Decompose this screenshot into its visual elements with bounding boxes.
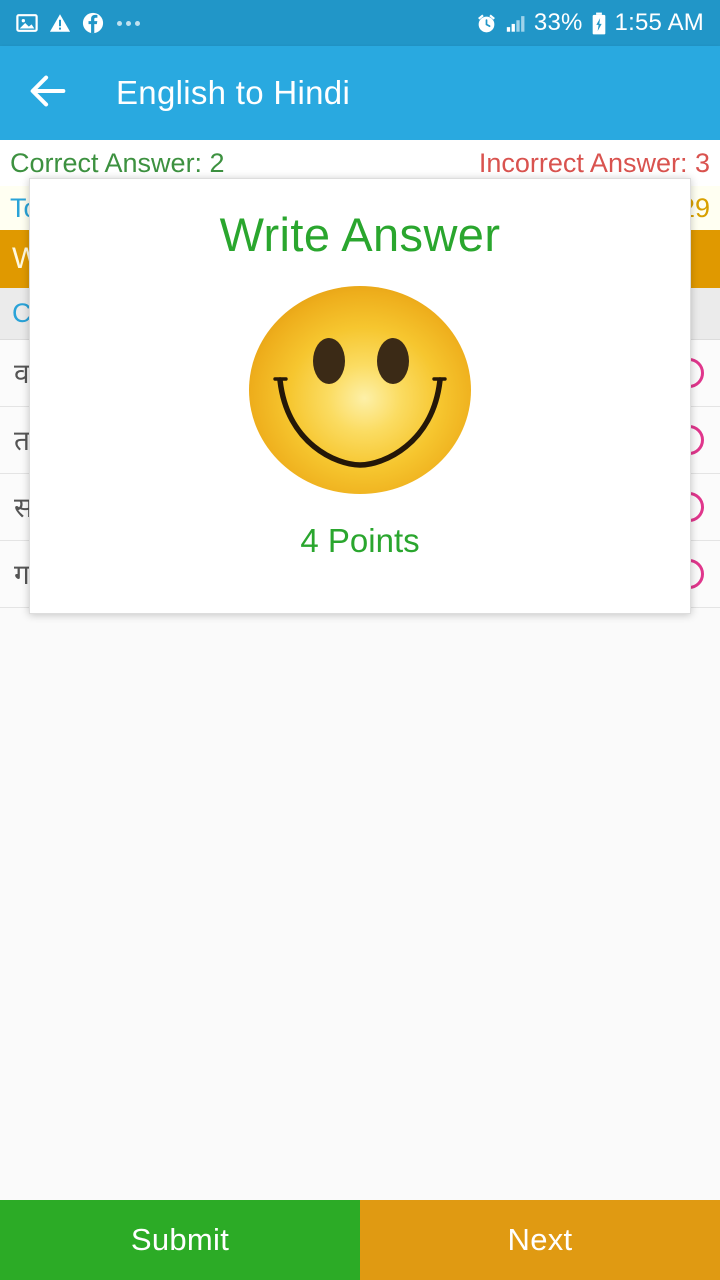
warning-icon xyxy=(49,12,71,34)
back-arrow-icon xyxy=(25,68,71,119)
correct-answer-label: Correct Answer: 2 xyxy=(10,147,225,178)
action-bar: Submit Next xyxy=(0,1200,720,1280)
page-title: English to Hindi xyxy=(116,74,351,111)
status-bar-right-indicators: 33% 1:55 AM xyxy=(475,9,704,37)
points-label: 4 Points xyxy=(300,522,420,559)
battery-percent-label: 33% xyxy=(533,9,583,36)
submit-button[interactable]: Submit xyxy=(0,1200,360,1280)
smiley-face-icon xyxy=(247,284,473,496)
facebook-icon xyxy=(82,12,104,34)
incorrect-answer-label: Incorrect Answer: 3 xyxy=(478,147,710,178)
dialog-title: Write Answer xyxy=(219,208,501,261)
clock-label: 1:55 AM xyxy=(614,9,704,36)
more-dots-icon xyxy=(117,20,140,26)
status-bar: 33% 1:55 AM xyxy=(0,0,720,46)
option-label: व xyxy=(14,358,30,389)
app-screen: 33% 1:55 AM English to Hindi Correct Ans… xyxy=(0,0,720,1280)
option-label: ग xyxy=(14,559,30,590)
write-answer-dialog: Write Answer 4 Points xyxy=(29,178,691,614)
status-bar-left-icons xyxy=(16,12,140,34)
image-icon xyxy=(16,12,38,34)
signal-bars-icon xyxy=(505,12,527,34)
next-button[interactable]: Next xyxy=(360,1200,720,1280)
option-label: त xyxy=(14,425,30,456)
app-bar: English to Hindi xyxy=(0,46,720,140)
alarm-clock-icon xyxy=(475,12,498,35)
back-button[interactable] xyxy=(10,46,86,140)
charging-battery-icon xyxy=(590,12,608,35)
